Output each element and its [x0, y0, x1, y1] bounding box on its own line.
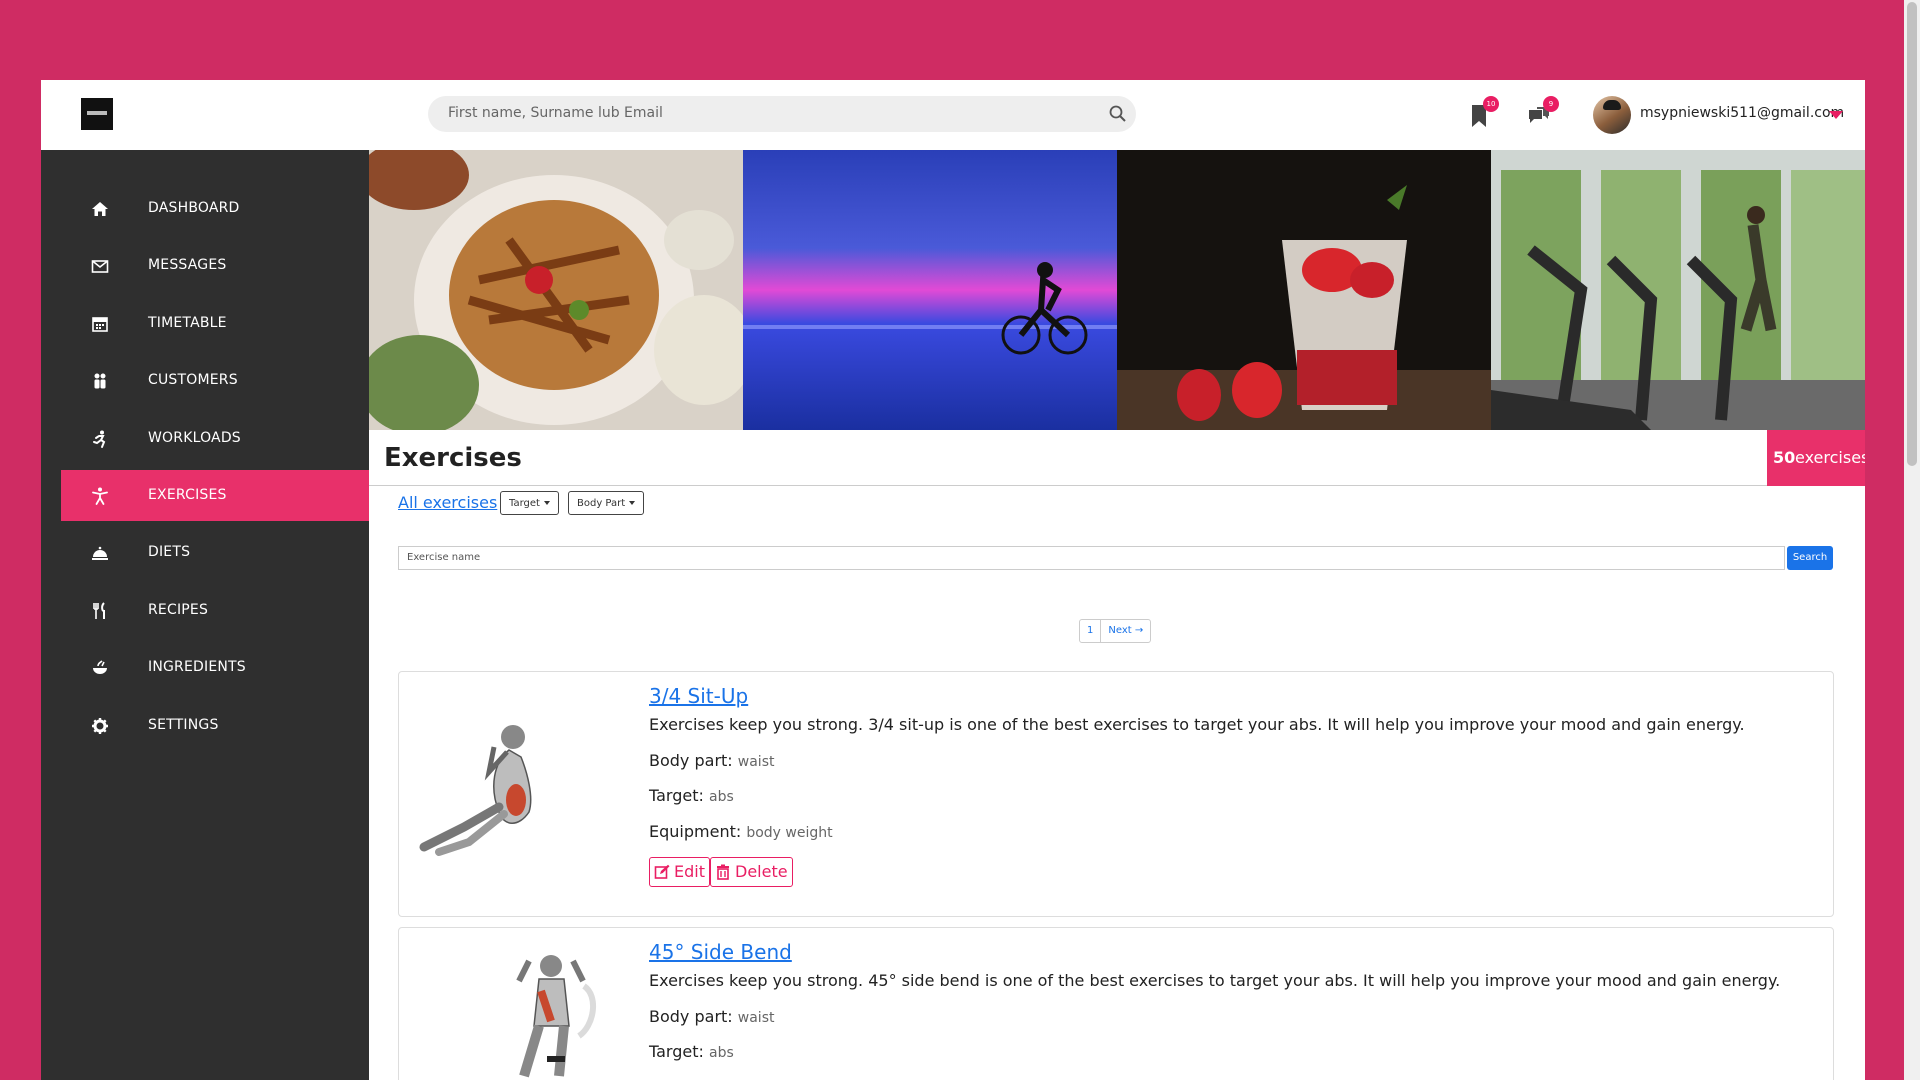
equipment-value: body weight	[746, 825, 833, 841]
target-row: Target: abs	[649, 1042, 734, 1061]
edit-icon	[654, 864, 670, 879]
bookmark-count-badge: 10	[1483, 96, 1499, 112]
chevron-down-icon	[629, 501, 636, 505]
sidebar-item-label: WORKLOADS	[148, 430, 241, 446]
bookmark-button[interactable]: 10	[1465, 96, 1499, 130]
exercise-name-input[interactable]: Exercise name	[398, 546, 1785, 570]
user-menu-caret-icon[interactable]	[1829, 111, 1843, 119]
exercise-count-number: 50	[1773, 448, 1796, 467]
body-part-label: Body part:	[649, 751, 733, 770]
user-search-bar[interactable]: First name, Surname lub Email	[428, 96, 1136, 132]
messages-count-badge: 9	[1543, 96, 1559, 112]
running-icon	[93, 430, 106, 448]
body-part-filter-dropdown[interactable]: Body Part	[568, 491, 645, 515]
trash-icon	[717, 864, 729, 880]
sidebar-item-workloads[interactable]: WORKLOADS	[61, 413, 369, 464]
gear-icon	[92, 718, 108, 734]
banner-image-gym	[1491, 150, 1865, 430]
delete-label: Delete	[735, 862, 788, 881]
utensils-icon	[93, 602, 105, 619]
sidebar-item-label: DIETS	[148, 544, 191, 560]
app-logo[interactable]	[81, 98, 113, 130]
target-filter-label: Target	[509, 498, 540, 509]
scrollbar-thumb[interactable]	[1907, 2, 1917, 466]
messages-button[interactable]: 9	[1525, 96, 1559, 130]
sidebar-item-label: EXERCISES	[148, 487, 227, 503]
title-divider	[369, 485, 1767, 486]
search-input[interactable]: First name, Surname lub Email	[448, 105, 663, 121]
sidebar-item-messages[interactable]: MESSAGES	[61, 240, 369, 291]
exercise-illustration	[419, 725, 532, 856]
equipment-label: Equipment:	[649, 822, 742, 841]
exercise-illustration	[516, 955, 597, 1078]
sidebar-item-label: DASHBOARD	[148, 200, 240, 216]
person-icon	[92, 487, 108, 505]
users-icon	[94, 373, 106, 389]
page-scrollbar[interactable]	[1904, 0, 1920, 1080]
pagination: 1 Next →	[1079, 619, 1152, 643]
envelope-icon	[91, 260, 109, 273]
target-row: Target: abs	[649, 786, 734, 805]
body-part-value: waist	[737, 754, 775, 770]
sidebar-item-customers[interactable]: CUSTOMERS	[61, 355, 369, 406]
exercise-description: Exercises keep you strong. 45° side bend…	[649, 971, 1781, 990]
target-value: abs	[708, 789, 734, 805]
sidebar-item-recipes[interactable]: RECIPES	[61, 585, 369, 636]
home-icon	[92, 202, 108, 216]
banner-image-food	[369, 150, 743, 430]
sidebar-item-label: SETTINGS	[148, 717, 219, 733]
body-part-filter-label: Body Part	[577, 498, 626, 509]
exercise-description: Exercises keep you strong. 3/4 sit-up is…	[649, 715, 1745, 734]
sidebar-item-timetable[interactable]: TIMETABLE	[61, 298, 369, 349]
calendar-icon	[92, 317, 108, 332]
delete-button[interactable]: Delete	[710, 857, 793, 887]
exercise-count-badge: 50 exercises	[1767, 430, 1865, 486]
sidebar-item-settings[interactable]: SETTINGS	[61, 700, 369, 751]
exercise-title-link[interactable]: 3/4 Sit-Up	[649, 684, 748, 708]
app-window: First name, Surname lub Email 10 9 msypn…	[41, 80, 1865, 1080]
sidebar: DASHBOARD MESSAGES TIMETABLE CUSTOMERS W…	[41, 150, 369, 1080]
search-icon[interactable]	[1108, 104, 1128, 124]
hero-banner	[369, 150, 1865, 430]
sidebar-item-label: RECIPES	[148, 602, 209, 618]
body-part-row: Body part: waist	[649, 751, 774, 770]
target-value: abs	[708, 1045, 734, 1061]
sidebar-item-diets[interactable]: DIETS	[61, 527, 369, 578]
all-exercises-link[interactable]: All exercises	[398, 493, 497, 512]
target-filter-dropdown[interactable]: Target	[500, 491, 559, 515]
page-title: Exercises	[384, 443, 522, 473]
target-label: Target:	[649, 786, 704, 805]
sidebar-item-label: MESSAGES	[148, 257, 227, 273]
chevron-down-icon	[543, 501, 550, 505]
exercise-count-label: exercises	[1795, 448, 1865, 467]
exercise-name-placeholder: Exercise name	[407, 552, 481, 563]
sidebar-item-exercises[interactable]: EXERCISES	[61, 470, 369, 521]
banner-image-dessert	[1117, 150, 1491, 430]
sidebar-item-label: INGREDIENTS	[148, 659, 246, 675]
user-avatar[interactable]	[1593, 96, 1631, 134]
exercise-card: 3/4 Sit-Up Exercises keep you strong. 3/…	[398, 671, 1834, 917]
sidebar-item-label: TIMETABLE	[148, 315, 227, 331]
body-part-label: Body part:	[649, 1007, 733, 1026]
banner-image-cyclist	[743, 150, 1117, 430]
user-email[interactable]: msypniewski511@gmail.com	[1640, 105, 1844, 121]
body-part-row: Body part: waist	[649, 1007, 774, 1026]
top-header: First name, Surname lub Email 10 9 msypn…	[41, 80, 1865, 150]
cloche-icon	[92, 546, 108, 560]
search-button[interactable]: Search	[1787, 546, 1833, 570]
edit-label: Edit	[674, 862, 705, 881]
body-part-value: waist	[737, 1010, 775, 1026]
bowl-icon	[93, 660, 107, 674]
sidebar-item-label: CUSTOMERS	[148, 372, 238, 388]
exercise-card: 45° Side Bend Exercises keep you strong.…	[398, 927, 1834, 1080]
sidebar-item-ingredients[interactable]: INGREDIENTS	[61, 642, 369, 693]
page-1-link[interactable]: 1	[1080, 620, 1100, 642]
equipment-row: Equipment: body weight	[649, 822, 833, 841]
exercise-title-link[interactable]: 45° Side Bend	[649, 940, 792, 964]
target-label: Target:	[649, 1042, 704, 1061]
edit-button[interactable]: Edit	[649, 857, 710, 887]
sidebar-item-dashboard[interactable]: DASHBOARD	[61, 183, 369, 234]
next-page-link[interactable]: Next →	[1100, 620, 1150, 642]
